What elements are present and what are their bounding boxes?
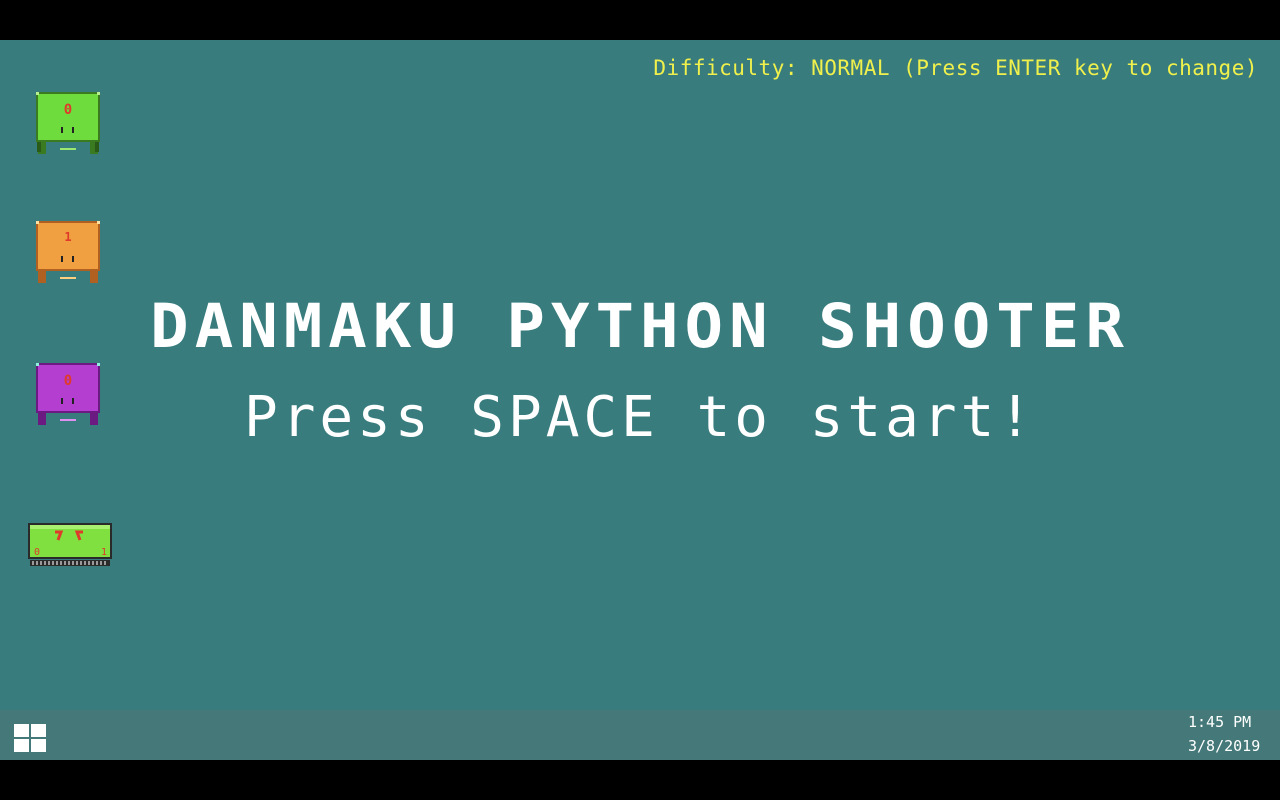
clock-time: 1:45 PM [1188, 713, 1252, 731]
green-enemy-sprite: 0 [35, 90, 100, 154]
clock-date: 3/8/2019 [1188, 737, 1261, 755]
orange-enemy-label: 1 [64, 230, 71, 244]
start-button[interactable] [14, 724, 46, 752]
orange-enemy-sprite: 1 [35, 219, 100, 283]
start-prompt: Press SPACE to start! [243, 385, 1036, 450]
difficulty-label: Difficulty: NORMAL (Press ENTER key to c… [653, 56, 1258, 80]
player-ship-sprite: 0 1 [27, 522, 113, 568]
taskbar-clock[interactable]: 1:45 PM 3/8/2019 [1188, 710, 1270, 758]
letterbox-bottom [0, 760, 1280, 800]
windows-icon [14, 724, 46, 752]
game-screen[interactable]: Difficulty: NORMAL (Press ENTER key to c… [0, 40, 1280, 760]
player-ship-label-left: 0 [34, 547, 40, 558]
game-title: DANMAKU PYTHON SHOOTER [150, 291, 1130, 363]
letterbox-top [0, 0, 1280, 40]
taskbar: 1:45 PM 3/8/2019 [0, 710, 1280, 760]
player-ship-label-right: 1 [101, 547, 107, 558]
green-enemy-label: 0 [64, 102, 72, 118]
